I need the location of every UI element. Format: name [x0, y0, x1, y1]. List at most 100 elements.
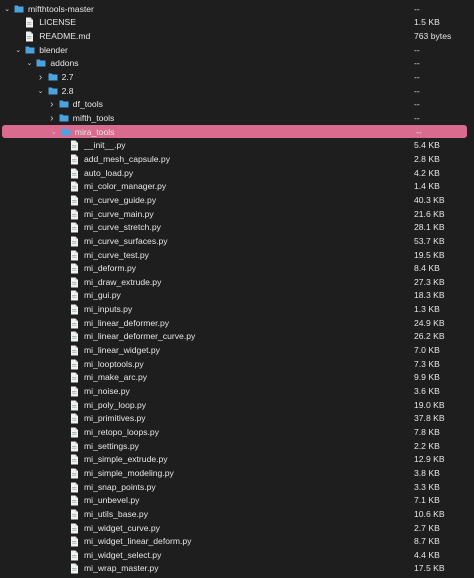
item-name: mi_draw_extrude.py: [84, 276, 162, 287]
file-row[interactable]: add_mesh_capsule.py 2.8 KB: [0, 152, 474, 166]
chevron-down-icon[interactable]: ⌄: [50, 128, 58, 136]
file-row[interactable]: mi_noise.py 3.6 KB: [0, 384, 474, 398]
folder-row[interactable]: ⌄ blender --: [0, 43, 474, 57]
item-name: mi_snap_points.py: [84, 481, 156, 492]
file-icon: [70, 195, 80, 206]
file-row[interactable]: mi_simple_modeling.py 3.8 KB: [0, 466, 474, 480]
file-row[interactable]: mi_settings.py 2.2 KB: [0, 439, 474, 453]
folder-icon: [14, 4, 24, 14]
file-row[interactable]: mi_widget_linear_deform.py 8.7 KB: [0, 534, 474, 548]
item-name: df_tools: [72, 99, 103, 110]
item-name: mi_simple_extrude.py: [84, 454, 168, 465]
file-icon: [70, 509, 80, 520]
chevron-right-icon[interactable]: ›: [37, 72, 45, 83]
item-size: --: [414, 58, 420, 69]
folder-row[interactable]: ⌄ addons --: [0, 57, 474, 71]
file-row[interactable]: mi_color_manager.py 1.4 KB: [0, 179, 474, 193]
item-size: 763 bytes: [414, 31, 452, 42]
chevron-down-icon[interactable]: ⌄: [37, 87, 45, 95]
file-icon: [70, 222, 80, 233]
folder-icon: [48, 72, 58, 82]
chevron-down-icon[interactable]: ⌄: [14, 46, 22, 54]
item-name: mi_unbevel.py: [84, 495, 140, 506]
file-row[interactable]: mi_poly_loop.py 19.0 KB: [0, 398, 474, 412]
file-icon: [70, 209, 80, 220]
item-name: mi_widget_select.py: [84, 549, 162, 560]
file-icon: [70, 304, 80, 315]
item-size: --: [414, 72, 420, 83]
item-size: --: [416, 126, 422, 137]
file-row[interactable]: mi_curve_surfaces.py 53.7 KB: [0, 234, 474, 248]
file-icon: [70, 413, 80, 424]
file-icon: [70, 468, 80, 479]
folder-row[interactable]: › mifth_tools --: [0, 111, 474, 125]
file-icon: [70, 277, 80, 288]
file-icon: [70, 168, 80, 179]
chevron-down-icon[interactable]: ⌄: [25, 59, 33, 67]
file-icon: [70, 250, 80, 260]
file-icon: [70, 427, 80, 438]
file-row[interactable]: mi_simple_extrude.py 12.9 KB: [0, 452, 474, 466]
file-row[interactable]: mi_curve_test.py 19.5 KB: [0, 248, 474, 262]
file-icon: [70, 372, 80, 383]
item-name: blender: [39, 44, 68, 55]
file-row[interactable]: README.md 763 bytes: [0, 29, 474, 43]
item-name: addons: [50, 58, 79, 69]
file-row[interactable]: mi_linear_deformer_curve.py 26.2 KB: [0, 330, 474, 344]
file-icon: [70, 290, 80, 301]
item-size: 7.1 KB: [414, 495, 440, 506]
file-tree: ⌄ mifthtools-master -- LICENSE 1.5 KB README.…: [0, 0, 474, 578]
file-row[interactable]: LICENSE 1.5 KB: [0, 16, 474, 30]
item-name: mi_linear_deformer.py: [84, 317, 170, 328]
folder-row[interactable]: ⌄ 2.8 --: [0, 84, 474, 98]
folder-icon: [25, 45, 35, 55]
file-row[interactable]: mi_curve_guide.py 40.3 KB: [0, 193, 474, 207]
item-name: mi_poly_loop.py: [84, 399, 147, 410]
file-icon: [70, 550, 80, 561]
file-row[interactable]: auto_load.py 4.2 KB: [0, 166, 474, 180]
file-row[interactable]: mi_primitives.py 37.8 KB: [0, 412, 474, 426]
file-row[interactable]: mi_linear_deformer.py 24.9 KB: [0, 316, 474, 330]
file-row[interactable]: mi_inputs.py 1.3 KB: [0, 302, 474, 316]
file-icon: [70, 454, 80, 465]
chevron-right-icon[interactable]: ›: [48, 113, 56, 124]
file-icon: [70, 181, 80, 192]
file-icon: [70, 563, 80, 574]
chevron-down-icon[interactable]: ⌄: [3, 5, 11, 13]
file-row[interactable]: mi_snap_points.py 3.3 KB: [0, 480, 474, 494]
item-name: add_mesh_capsule.py: [84, 153, 170, 164]
file-row[interactable]: mi_widget_select.py 4.4 KB: [0, 548, 474, 562]
item-size: 3.6 KB: [414, 386, 440, 396]
item-size: 7.8 KB: [414, 426, 440, 437]
file-row[interactable]: mi_widget_curve.py 2.7 KB: [0, 521, 474, 535]
file-row[interactable]: __init__.py 5.4 KB: [0, 139, 474, 153]
item-name: mi_linear_deformer_curve.py: [84, 331, 196, 342]
item-size: 18.3 KB: [414, 290, 445, 301]
file-row[interactable]: mi_looptools.py 7.3 KB: [0, 357, 474, 371]
file-row[interactable]: mi_curve_main.py 21.6 KB: [0, 207, 474, 221]
item-name: mi_wrap_master.py: [84, 563, 159, 574]
item-size: --: [414, 99, 420, 110]
item-size: --: [414, 3, 420, 14]
folder-icon: [48, 86, 58, 96]
folder-row[interactable]: › df_tools --: [0, 98, 474, 112]
chevron-right-icon[interactable]: ›: [48, 99, 56, 110]
item-name: mi_color_manager.py: [84, 181, 167, 192]
file-row[interactable]: mi_make_arc.py 9.9 KB: [0, 371, 474, 385]
file-row[interactable]: mi_linear_widget.py 7.0 KB: [0, 343, 474, 357]
item-size: 3.8 KB: [414, 467, 440, 478]
file-row[interactable]: mi_retopo_loops.py 7.8 KB: [0, 425, 474, 439]
item-name: mi_widget_curve.py: [84, 522, 160, 533]
item-name: mi_utils_base.py: [84, 508, 149, 519]
folder-row[interactable]: › 2.7 --: [0, 70, 474, 84]
folder-row[interactable]: ⌄ mifthtools-master --: [0, 2, 474, 16]
file-row[interactable]: mi_deform.py 8.4 KB: [0, 261, 474, 275]
file-row[interactable]: mi_wrap_master.py 17.5 KB: [0, 562, 474, 576]
item-name: mi_gui.py: [84, 290, 121, 301]
file-row[interactable]: mi_unbevel.py 7.1 KB: [0, 493, 474, 507]
file-row[interactable]: mi_draw_extrude.py 27.3 KB: [0, 275, 474, 289]
file-row[interactable]: mi_utils_base.py 10.6 KB: [0, 507, 474, 521]
file-row[interactable]: mi_gui.py 18.3 KB: [0, 289, 474, 303]
file-row[interactable]: mi_curve_stretch.py 28.1 KB: [0, 220, 474, 234]
folder-row[interactable]: ⌄ mira_tools --: [2, 124, 467, 139]
